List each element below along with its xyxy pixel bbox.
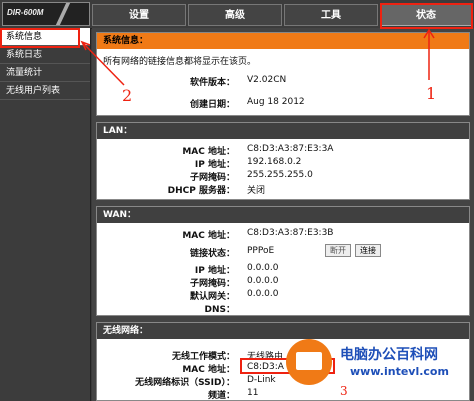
wan-mac-value: C8:D3:A3:87:E3:3B <box>247 228 334 238</box>
system-info-description: 所有网络的链接信息都将显示在该页。 <box>103 57 257 67</box>
sidebar-item-traffic-stats[interactable]: 流量统计 <box>0 64 90 82</box>
sidebar: 系统信息 系统日志 流量统计 无线用户列表 <box>0 28 91 401</box>
firmware-value: V2.02CN <box>247 75 287 85</box>
wan-status-label: 链接状态： <box>189 249 235 259</box>
highlight-system-info <box>0 28 80 48</box>
annotation-number-2: 2 <box>122 86 133 105</box>
wan-mac-label: MAC 地址： <box>182 231 235 241</box>
lan-title: LAN： <box>97 123 469 139</box>
watermark-book-icon <box>286 339 332 385</box>
lan-panel: LAN： MAC 地址： C8:D3:A3:87:E3:3A IP 地址： 19… <box>96 122 470 200</box>
system-info-title: 系统信息： <box>97 33 469 49</box>
tab-advanced[interactable]: 高级 <box>188 4 282 26</box>
wan-mask-label: 子网掩码： <box>189 279 235 289</box>
wireless-mode-label: 无线工作模式： <box>171 352 235 362</box>
sidebar-item-wireless-clients[interactable]: 无线用户列表 <box>0 82 90 100</box>
wan-dns-label: DNS： <box>204 305 236 315</box>
logo-slash <box>55 3 71 25</box>
watermark-url: www.intevl.com <box>350 365 449 378</box>
wan-gateway-value: 0.0.0.0 <box>247 289 279 299</box>
sidebar-item-system-log[interactable]: 系统日志 <box>0 46 90 64</box>
lan-mac-value: C8:D3:A3:87:E3:3A <box>247 144 334 154</box>
wan-ip-label: IP 地址： <box>194 266 235 276</box>
tab-setup[interactable]: 设置 <box>92 4 186 26</box>
wireless-mac-label: MAC 地址： <box>182 365 235 375</box>
dlink-logo: DIR-600M <box>2 2 90 26</box>
ssid-value: D-Link <box>247 375 276 385</box>
lan-ip-label: IP 地址： <box>194 160 235 170</box>
highlight-status-tab <box>380 3 473 29</box>
wan-mask-value: 0.0.0.0 <box>247 276 279 286</box>
watermark: 电脑办公百科网 www.intevl.com <box>286 335 466 393</box>
lan-dhcp-value: 关闭 <box>247 186 266 196</box>
ssid-label: 无线网络标识（SSID）： <box>135 378 235 388</box>
lan-mask-value: 255.255.255.0 <box>247 170 313 180</box>
lan-ip-value: 192.168.0.2 <box>247 157 302 167</box>
lan-mac-label: MAC 地址： <box>182 147 235 157</box>
system-info-panel: 系统信息： 所有网络的链接信息都将显示在该页。 软件版本： V2.02CN 创建… <box>96 32 470 116</box>
tab-tools[interactable]: 工具 <box>284 4 378 26</box>
wan-panel: WAN： MAC 地址： C8:D3:A3:87:E3:3B 链接状态： PPP… <box>96 206 470 316</box>
wan-title: WAN： <box>97 207 469 223</box>
model-label: DIR-600M <box>7 8 44 17</box>
connect-button[interactable]: 连接 <box>355 244 381 257</box>
lan-dhcp-label: DHCP 服务器： <box>167 186 235 196</box>
annotation-number-1: 1 <box>426 84 437 103</box>
wan-status-value: PPPoE <box>247 246 275 256</box>
watermark-title: 电脑办公百科网 <box>340 347 438 363</box>
wan-ip-value: 0.0.0.0 <box>247 263 279 273</box>
channel-label: 频道： <box>207 391 235 401</box>
disconnect-button[interactable]: 断开 <box>325 244 351 257</box>
lan-mask-label: 子网掩码： <box>189 173 235 183</box>
build-date-value: Aug 18 2012 <box>247 97 305 107</box>
wan-gateway-label: 默认网关： <box>189 292 235 302</box>
channel-value: 11 <box>247 388 259 398</box>
